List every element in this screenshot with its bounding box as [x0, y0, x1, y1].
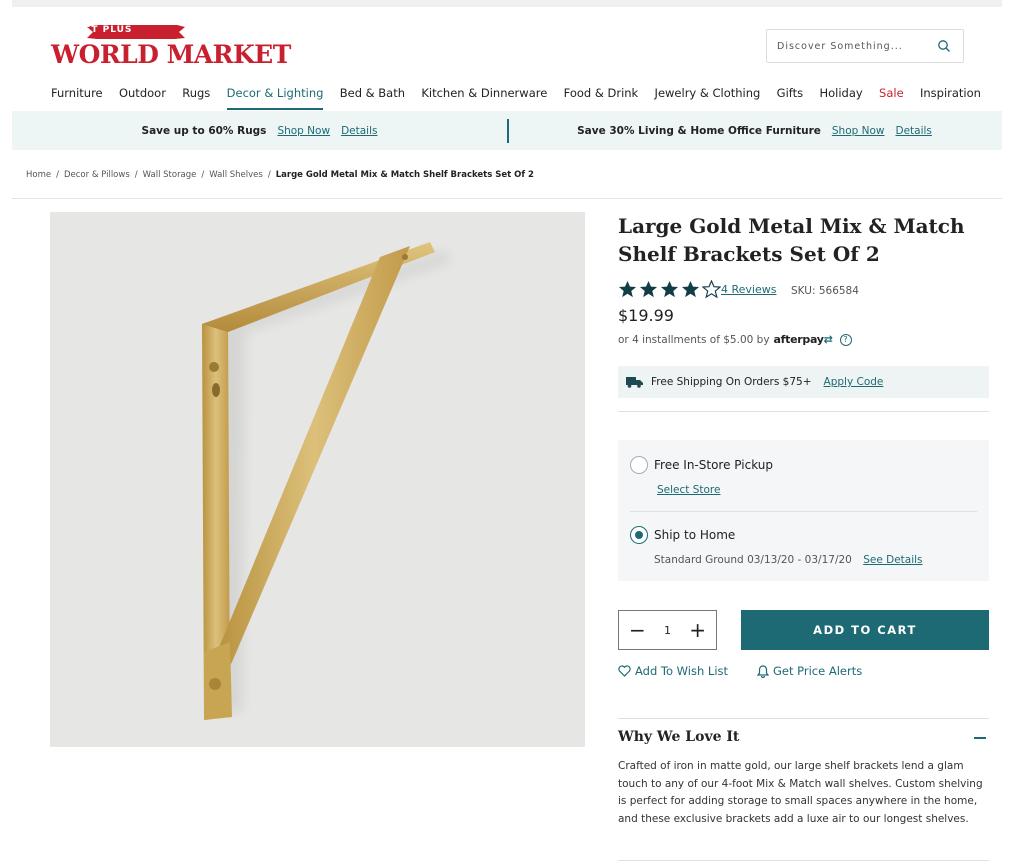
- nav-item-sale[interactable]: Sale: [879, 86, 904, 110]
- ship-to-home-option[interactable]: Ship to Home: [630, 526, 735, 544]
- nav-item-bed-bath[interactable]: Bed & Bath: [340, 86, 405, 110]
- breadcrumb-separator: /: [56, 170, 59, 180]
- quantity-stepper: − +: [618, 610, 717, 650]
- select-store-link[interactable]: Select Store: [657, 484, 720, 496]
- divider: [618, 860, 989, 861]
- nav-item-inspiration[interactable]: Inspiration: [920, 86, 981, 110]
- world-market-logo[interactable]: COST PLUS WORLD MARKET: [51, 24, 291, 72]
- nav-item-decor-lighting[interactable]: Decor & Lighting: [226, 86, 324, 110]
- promo-right-details-link[interactable]: Details: [896, 125, 932, 137]
- product-price: $19.99: [618, 306, 674, 325]
- quantity-input[interactable]: [655, 623, 680, 637]
- pickup-radio[interactable]: [630, 456, 648, 474]
- search-input[interactable]: [777, 40, 937, 52]
- breadcrumb-decor-pillows[interactable]: Decor & Pillows: [64, 170, 130, 180]
- promo-right: Save 30% Living & Home Office Furniture …: [507, 125, 1002, 137]
- star-filled-icon: [639, 280, 658, 298]
- free-shipping-banner: Free Shipping On Orders $75+ Apply Code: [618, 366, 989, 398]
- sku-label: SKU: 566584: [791, 285, 859, 297]
- logo-wordmark: WORLD MARKET: [51, 40, 291, 69]
- help-icon[interactable]: ?: [839, 333, 852, 346]
- pickup-label: Free In-Store Pickup: [654, 458, 773, 472]
- search-box[interactable]: [766, 29, 964, 63]
- promo-right-shop-link[interactable]: Shop Now: [832, 125, 885, 137]
- promo-right-text: Save 30% Living & Home Office Furniture: [577, 124, 821, 137]
- nav-item-outdoor[interactable]: Outdoor: [119, 86, 166, 110]
- logo-banner-text: COST PLUS: [67, 25, 133, 35]
- breadcrumb-separator: /: [134, 170, 138, 180]
- nav-item-food-drink[interactable]: Food & Drink: [564, 86, 639, 110]
- nav-item-jewelry-clothing[interactable]: Jewelry & Clothing: [655, 86, 761, 110]
- nav-item-rugs[interactable]: Rugs: [182, 86, 210, 110]
- breadcrumb-separator: /: [267, 170, 271, 180]
- promo-bar: Save up to 60% Rugs Shop Now Details Sav…: [12, 111, 1002, 150]
- star-filled-icon: [618, 280, 637, 298]
- header-divider: [12, 198, 1002, 199]
- fulfillment-divider: [630, 511, 977, 512]
- breadcrumb-wall-storage[interactable]: Wall Storage: [143, 170, 197, 180]
- top-strip: [12, 0, 1002, 7]
- truck-icon: [626, 377, 643, 388]
- heart-icon: [618, 665, 631, 677]
- divider: [618, 718, 989, 719]
- promo-left: Save up to 60% Rugs Shop Now Details: [12, 125, 507, 137]
- apply-code-link[interactable]: Apply Code: [824, 376, 884, 388]
- why-we-love-it-heading[interactable]: Why We Love It: [618, 729, 739, 745]
- why-we-love-it-text: Crafted of iron in matte gold, our large…: [618, 760, 983, 825]
- nav-item-furniture[interactable]: Furniture: [51, 86, 103, 110]
- standard-ground-text: Standard Ground 03/13/20 - 03/17/20: [654, 554, 852, 566]
- bell-icon: [757, 664, 769, 678]
- breadcrumb: Home / Decor & Pillows / Wall Storage / …: [26, 170, 534, 180]
- add-to-wish-list-link[interactable]: Add To Wish List: [618, 664, 728, 678]
- main-nav: Furniture Outdoor Rugs Decor & Lighting …: [51, 86, 981, 110]
- wish-list-label: Add To Wish List: [635, 664, 729, 678]
- search-icon[interactable]: [937, 39, 951, 53]
- reviews-link[interactable]: 4 Reviews: [721, 283, 776, 296]
- nav-item-gifts[interactable]: Gifts: [777, 86, 803, 110]
- add-to-cart-button[interactable]: ADD TO CART: [741, 610, 989, 650]
- breadcrumb-wall-shelves[interactable]: Wall Shelves: [209, 170, 263, 180]
- promo-left-shop-link[interactable]: Shop Now: [277, 125, 330, 137]
- star-filled-icon: [681, 280, 700, 298]
- product-title: Large Gold Metal Mix & Match Shelf Brack…: [618, 214, 965, 266]
- free-shipping-text: Free Shipping On Orders $75+: [651, 376, 812, 388]
- price-alerts-link[interactable]: Get Price Alerts: [757, 664, 862, 678]
- collapse-icon[interactable]: [974, 737, 986, 739]
- nav-item-kitchen-dinnerware[interactable]: Kitchen & Dinnerware: [421, 86, 547, 110]
- see-details-link[interactable]: See Details: [863, 554, 922, 566]
- fulfillment-options: Free In-Store Pickup Select Store Ship t…: [618, 440, 989, 581]
- breadcrumb-separator: /: [201, 170, 205, 180]
- breadcrumb-home[interactable]: Home: [26, 170, 51, 180]
- in-store-pickup-option[interactable]: Free In-Store Pickup: [630, 456, 773, 474]
- gold-shelf-bracket-icon: [202, 242, 450, 720]
- ship-label: Ship to Home: [654, 528, 736, 542]
- afterpay-info: or 4 installments of $5.00 by afterpay⇄ …: [618, 333, 852, 346]
- star-empty-icon: [702, 280, 721, 299]
- product-image[interactable]: [50, 212, 585, 747]
- afterpay-text: or 4 installments of $5.00 by: [618, 333, 770, 346]
- standard-ground-info: Standard Ground 03/13/20 - 03/17/20 See …: [654, 554, 923, 566]
- promo-left-text: Save up to 60% Rugs: [141, 124, 267, 137]
- promo-divider: [507, 119, 509, 143]
- afterpay-logo: afterpay⇄: [773, 333, 833, 346]
- star-rating[interactable]: [618, 280, 721, 299]
- divider: [618, 411, 989, 412]
- ship-radio[interactable]: [630, 526, 648, 544]
- decrease-quantity-button[interactable]: −: [629, 620, 646, 640]
- breadcrumb-current: Large Gold Metal Mix & Match Shelf Brack…: [275, 170, 534, 180]
- star-filled-icon: [660, 280, 679, 298]
- price-alerts-label: Get Price Alerts: [773, 664, 863, 678]
- nav-item-holiday[interactable]: Holiday: [819, 86, 862, 110]
- increase-quantity-button[interactable]: +: [689, 620, 706, 640]
- promo-left-details-link[interactable]: Details: [341, 125, 377, 137]
